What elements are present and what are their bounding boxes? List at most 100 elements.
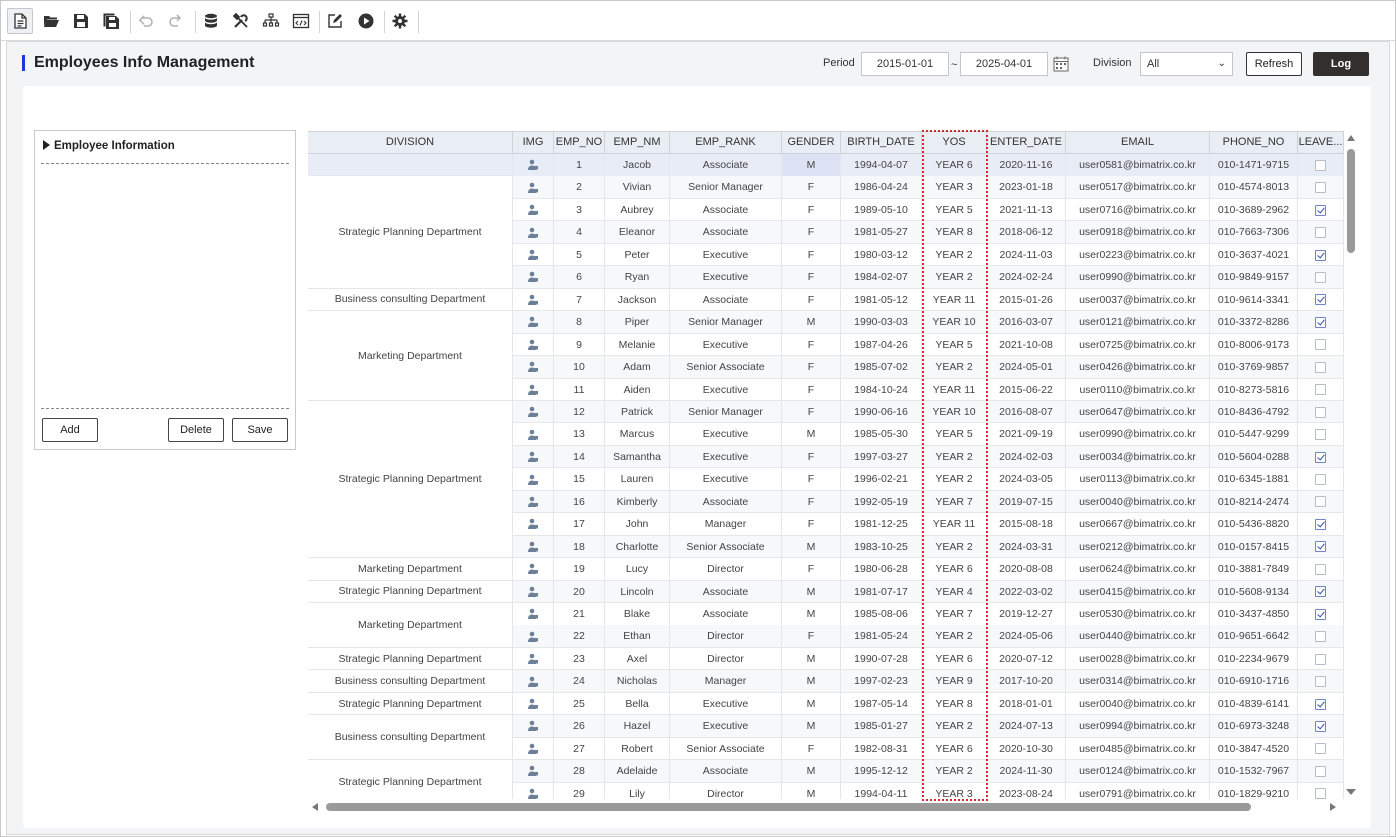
cell-phone[interactable]: 010-3637-4021 — [1210, 243, 1298, 267]
cell-rank[interactable]: Executive — [670, 423, 782, 446]
cell-email[interactable]: user0647@bimatrix.co.kr — [1066, 400, 1210, 424]
cell-email[interactable]: user0624@bimatrix.co.kr — [1066, 558, 1210, 581]
cell-rank[interactable]: Senior Manager — [670, 176, 782, 199]
cell-nm[interactable]: Charlotte — [605, 535, 670, 559]
cell-phone[interactable]: 010-6345-1881 — [1210, 468, 1298, 491]
leave-checkbox[interactable] — [1315, 631, 1326, 643]
leave-checkbox[interactable] — [1315, 698, 1326, 710]
cell-ed[interactable]: 2023-08-24 — [987, 782, 1066, 799]
cell-yos[interactable]: YEAR 8 — [922, 692, 987, 716]
cell-no[interactable]: 11 — [554, 378, 605, 401]
cell-bd[interactable]: 1981-05-24 — [841, 625, 922, 648]
cell-nm[interactable]: Marcus — [605, 423, 670, 446]
cell-g[interactable]: F — [782, 737, 841, 761]
leave-checkbox-cell[interactable] — [1298, 647, 1344, 671]
cell-rank[interactable]: Manager — [670, 513, 782, 536]
cell-nm[interactable]: Aiden — [605, 378, 670, 401]
leave-checkbox-cell[interactable] — [1298, 782, 1344, 799]
leave-checkbox-cell[interactable] — [1298, 490, 1344, 514]
cell-ed[interactable]: 2015-01-26 — [987, 288, 1066, 312]
leave-checkbox-cell[interactable] — [1298, 288, 1344, 312]
leave-checkbox[interactable] — [1315, 204, 1326, 216]
leave-checkbox[interactable] — [1315, 788, 1326, 799]
employee-photo-cell[interactable] — [513, 243, 554, 267]
cell-ed[interactable]: 2017-10-20 — [987, 670, 1066, 693]
cell-bd[interactable]: 1985-07-02 — [841, 356, 922, 379]
cell-email[interactable]: user0121@bimatrix.co.kr — [1066, 311, 1210, 334]
cell-ed[interactable]: 2024-11-03 — [987, 243, 1066, 267]
leave-checkbox[interactable] — [1315, 429, 1326, 441]
cell-g[interactable]: F — [782, 513, 841, 536]
cell-email[interactable]: user0994@bimatrix.co.kr — [1066, 715, 1210, 738]
cell-no[interactable]: 14 — [554, 445, 605, 469]
open-folder-icon[interactable] — [38, 8, 64, 34]
cell-email[interactable]: user0040@bimatrix.co.kr — [1066, 692, 1210, 716]
scroll-right-icon[interactable] — [1330, 803, 1336, 811]
employee-photo-cell[interactable] — [513, 490, 554, 514]
column-header[interactable]: PHONE_NO — [1210, 131, 1298, 154]
cell-bd[interactable]: 1985-05-30 — [841, 423, 922, 446]
cell-phone[interactable]: 010-6910-1716 — [1210, 670, 1298, 693]
leave-checkbox-cell[interactable] — [1298, 176, 1344, 199]
leave-checkbox-cell[interactable] — [1298, 535, 1344, 559]
cell-bd[interactable]: 1990-03-03 — [841, 311, 922, 334]
cell-no[interactable]: 23 — [554, 647, 605, 671]
column-header[interactable]: ENTER_DATE — [987, 131, 1066, 154]
cell-email[interactable]: user0530@bimatrix.co.kr — [1066, 603, 1210, 626]
cell-nm[interactable]: Lily — [605, 782, 670, 799]
employee-photo-cell[interactable] — [513, 737, 554, 761]
leave-checkbox-cell[interactable] — [1298, 266, 1344, 289]
leave-checkbox-cell[interactable] — [1298, 513, 1344, 536]
cell-phone[interactable]: 010-8436-4792 — [1210, 400, 1298, 424]
division-cell[interactable]: Business consulting Department — [308, 715, 513, 761]
cell-rank[interactable]: Associate — [670, 603, 782, 626]
division-cell[interactable]: Marketing Department — [308, 311, 513, 401]
cell-g[interactable]: M — [782, 154, 841, 177]
leave-checkbox-cell[interactable] — [1298, 558, 1344, 581]
cell-g[interactable]: M — [782, 311, 841, 334]
cell-no[interactable]: 10 — [554, 356, 605, 379]
leave-checkbox[interactable] — [1315, 676, 1326, 688]
cell-nm[interactable]: Adelaide — [605, 760, 670, 783]
cell-rank[interactable]: Senior Associate — [670, 356, 782, 379]
cell-phone[interactable]: 010-1532-7967 — [1210, 760, 1298, 783]
cell-rank[interactable]: Director — [670, 782, 782, 799]
leave-checkbox[interactable] — [1315, 384, 1326, 396]
cell-yos[interactable]: YEAR 3 — [922, 782, 987, 799]
cell-g[interactable]: F — [782, 378, 841, 401]
cell-ed[interactable]: 2020-08-08 — [987, 558, 1066, 581]
leave-checkbox-cell[interactable] — [1298, 715, 1344, 738]
save-button[interactable]: Save — [232, 418, 288, 442]
cell-no[interactable]: 9 — [554, 333, 605, 357]
employee-photo-cell[interactable] — [513, 782, 554, 799]
cell-no[interactable]: 26 — [554, 715, 605, 738]
cell-bd[interactable]: 1990-07-28 — [841, 647, 922, 671]
cell-g[interactable]: F — [782, 490, 841, 514]
cell-rank[interactable]: Executive — [670, 468, 782, 491]
cell-bd[interactable]: 1983-10-25 — [841, 535, 922, 559]
cell-bd[interactable]: 1984-10-24 — [841, 378, 922, 401]
employee-photo-cell[interactable] — [513, 356, 554, 379]
cell-g[interactable]: F — [782, 243, 841, 267]
cell-bd[interactable]: 1981-12-25 — [841, 513, 922, 536]
database-icon[interactable] — [198, 8, 224, 34]
cell-ed[interactable]: 2021-10-08 — [987, 333, 1066, 357]
cell-yos[interactable]: YEAR 6 — [922, 154, 987, 177]
cell-no[interactable]: 6 — [554, 266, 605, 289]
cell-rank[interactable]: Executive — [670, 692, 782, 716]
scroll-up-icon[interactable] — [1347, 135, 1355, 141]
cell-phone[interactable]: 010-9614-3341 — [1210, 288, 1298, 312]
division-cell[interactable]: Strategic Planning Department — [308, 580, 513, 603]
cell-ed[interactable]: 2021-11-13 — [987, 198, 1066, 222]
division-cell[interactable]: Marketing Department — [308, 558, 513, 581]
leave-checkbox[interactable] — [1315, 474, 1326, 486]
column-header[interactable]: EMAIL — [1066, 131, 1210, 154]
cell-ed[interactable]: 2024-05-01 — [987, 356, 1066, 379]
leave-checkbox-cell[interactable] — [1298, 580, 1344, 604]
cell-email[interactable]: user0716@bimatrix.co.kr — [1066, 198, 1210, 222]
cell-bd[interactable]: 1990-06-16 — [841, 400, 922, 424]
cell-phone[interactable]: 010-3689-2962 — [1210, 198, 1298, 222]
cell-nm[interactable]: Jackson — [605, 288, 670, 312]
cell-nm[interactable]: Peter — [605, 243, 670, 267]
cell-nm[interactable]: Ethan — [605, 625, 670, 648]
